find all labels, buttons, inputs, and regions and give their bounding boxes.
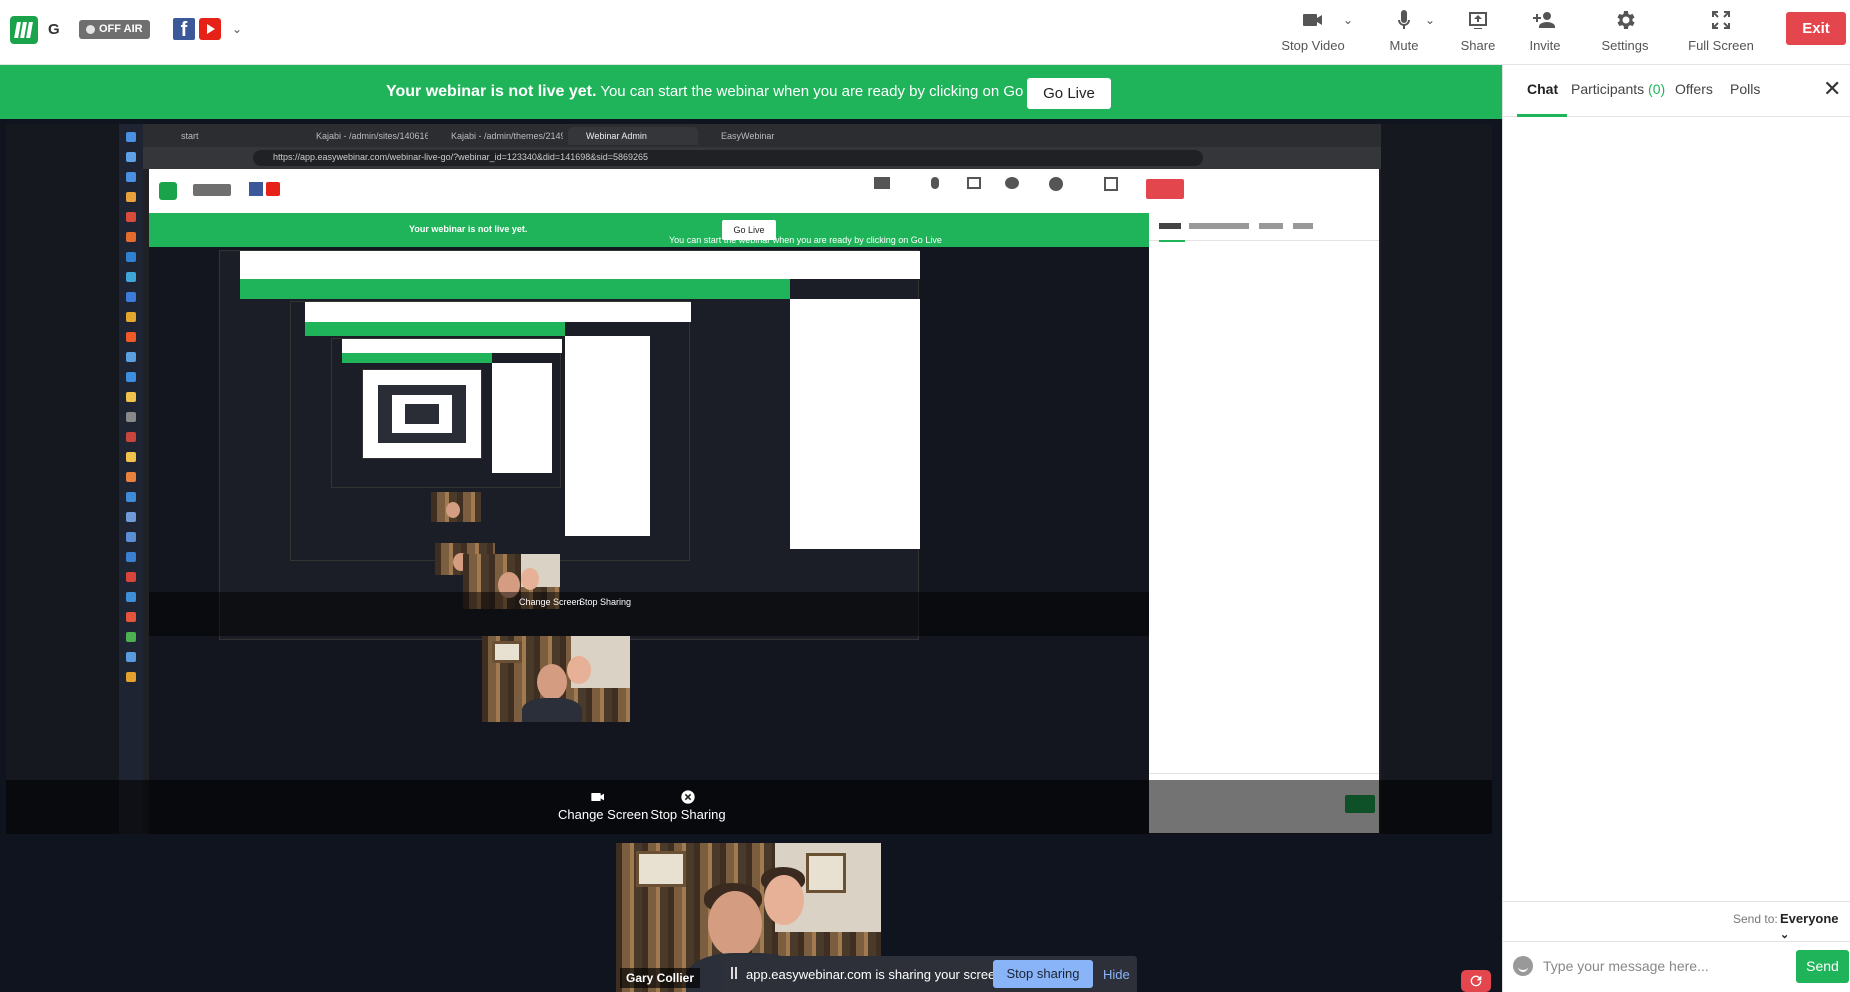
banner-message: You can start the webinar when you are r…	[600, 83, 1056, 100]
change-screen-button[interactable]: Change Screen	[558, 789, 648, 822]
hide-notice-link[interactable]: Hide	[1103, 967, 1130, 982]
audio-options-chevron-icon[interactable]: ⌄	[1425, 13, 1435, 27]
youtube-icon[interactable]	[199, 18, 221, 40]
browser-tab[interactable]: Webinar Admin	[568, 127, 698, 145]
tab-offers[interactable]: Offers	[1675, 81, 1713, 97]
share-label: Share	[1460, 38, 1496, 53]
recursive-screen-level-4	[331, 338, 562, 488]
recursive-camera-thumb	[482, 636, 630, 722]
top-toolbar: G OFF AIR f ⌄ Stop Video ⌄ Mute ⌄ Share …	[0, 0, 1850, 65]
presenter-name: Gary Collier	[620, 968, 701, 988]
share-notice-text: app.easywebinar.com is sharing your scre…	[746, 967, 1007, 982]
refresh-stream-button[interactable]	[1461, 970, 1491, 992]
send-to-row: Send to: Everyone ⌄	[1503, 901, 1850, 941]
windows-taskbar	[119, 124, 143, 834]
url-text: https://app.easywebinar.com/webinar-live…	[273, 152, 649, 162]
tab-participants[interactable]: Participants (0)	[1571, 81, 1665, 97]
banner-text: Your webinar is not live yet. You can st…	[386, 83, 1055, 101]
participants-count: (0)	[1648, 81, 1666, 97]
tab-polls[interactable]: Polls	[1730, 81, 1760, 97]
shared-screen-content: start Kajabi - /admin/sites/140616/lan K…	[119, 124, 1381, 834]
message-input[interactable]	[1543, 952, 1783, 980]
active-tab-indicator	[1517, 114, 1567, 117]
mute-label: Mute	[1389, 38, 1419, 53]
send-button[interactable]: Send	[1796, 950, 1849, 983]
stop-video-label: Stop Video	[1281, 38, 1345, 53]
stop-sharing-button[interactable]: Stop Sharing	[648, 789, 728, 822]
mirrored-chat-panel	[1149, 213, 1379, 833]
share-screen-icon	[1460, 8, 1496, 32]
close-circle-icon	[681, 790, 695, 804]
stop-sharing-notice-button[interactable]: Stop sharing	[993, 960, 1093, 988]
chevron-down-icon[interactable]: ⌄	[232, 22, 242, 36]
off-air-badge: OFF AIR	[79, 20, 150, 39]
mirrored-toolbar	[149, 169, 1379, 213]
chat-panel: Chat Participants (0) Offers Polls ✕ Sen…	[1502, 65, 1850, 992]
logo-icon	[10, 16, 38, 44]
browser-tab[interactable]: EasyWebinar	[703, 127, 833, 145]
pause-icon	[731, 967, 737, 979]
close-icon[interactable]: ✕	[1823, 78, 1841, 100]
mirrored-go-live: Go Live	[722, 220, 776, 240]
browser-tab[interactable]: Kajabi - /admin/sites/140616/lan	[298, 127, 428, 145]
panel-tabs: Chat Participants (0) Offers Polls ✕	[1503, 65, 1850, 117]
tab-chat[interactable]: Chat	[1527, 81, 1558, 97]
mirrored-banner: Your webinar is not live yet. You can st…	[149, 213, 1149, 247]
exit-button[interactable]: Exit	[1786, 12, 1846, 45]
not-live-banner: Your webinar is not live yet. You can st…	[0, 65, 1502, 119]
shared-screen: start Kajabi - /admin/sites/140616/lan K…	[6, 124, 1492, 834]
video-camera-icon	[591, 793, 604, 801]
refresh-icon	[1470, 975, 1482, 987]
browser-url-bar: https://app.easywebinar.com/webinar-live…	[143, 147, 1381, 169]
send-to-select[interactable]: Everyone ⌄	[1780, 911, 1850, 941]
recursive-screen-level-2	[219, 250, 920, 640]
recursive-camera-thumb	[431, 492, 481, 522]
gear-icon	[1600, 8, 1650, 32]
send-to-value: Everyone	[1780, 911, 1839, 926]
stop-video-button[interactable]: Stop Video	[1278, 6, 1348, 56]
message-composer: Send	[1503, 941, 1850, 992]
video-options-chevron-icon[interactable]: ⌄	[1343, 13, 1353, 27]
settings-label: Settings	[1601, 38, 1649, 53]
banner-title: Your webinar is not live yet.	[386, 83, 597, 100]
smile-icon[interactable]	[1513, 956, 1533, 976]
presentation-stage: start Kajabi - /admin/sites/140616/lan K…	[0, 119, 1502, 992]
microphone-icon	[1386, 8, 1422, 32]
mirrored-banner-text: Your webinar is not live yet. You can st…	[409, 224, 942, 245]
tab-participants-label: Participants	[1571, 81, 1645, 97]
full-screen-button[interactable]: Full Screen	[1688, 6, 1754, 56]
video-camera-icon	[1278, 8, 1348, 32]
chevron-down-icon: ⌄	[1780, 929, 1790, 941]
send-to-label: Send to:	[1733, 912, 1778, 926]
browser-tab-strip: start Kajabi - /admin/sites/140616/lan K…	[143, 124, 1381, 147]
add-person-icon	[1527, 8, 1563, 32]
browser-tab[interactable]: start	[163, 127, 293, 145]
go-live-button[interactable]: Go Live	[1027, 78, 1111, 109]
stop-sharing-label: Stop Sharing	[650, 807, 726, 822]
full-screen-label: Full Screen	[1688, 38, 1754, 53]
settings-button[interactable]: Settings	[1600, 6, 1650, 56]
browser-tab[interactable]: Kajabi - /admin/themes/214955	[433, 127, 563, 145]
mirrored-stage: Change Screen Stop Sharing	[149, 247, 1149, 834]
brand-letter: G	[48, 21, 60, 38]
recursive-screen-level-3	[290, 301, 691, 561]
invite-label: Invite	[1529, 38, 1561, 53]
mirrored-change-screen: Change Screen	[519, 597, 582, 607]
share-button[interactable]: Share	[1460, 6, 1496, 56]
change-screen-label: Change Screen	[558, 807, 649, 822]
fullscreen-icon	[1688, 8, 1754, 32]
mute-button[interactable]: Mute	[1386, 6, 1422, 56]
mirrored-stop-sharing: Stop Sharing	[579, 597, 632, 607]
screen-share-notice: app.easywebinar.com is sharing your scre…	[723, 956, 1137, 992]
invite-button[interactable]: Invite	[1527, 6, 1563, 56]
screen-share-controls: Change Screen Stop Sharing	[6, 780, 1492, 834]
facebook-icon[interactable]: f	[173, 18, 195, 40]
